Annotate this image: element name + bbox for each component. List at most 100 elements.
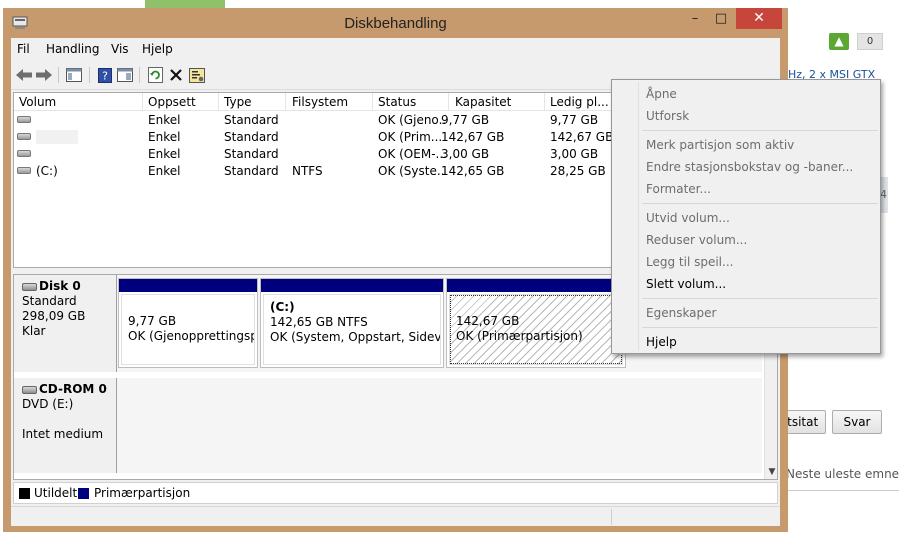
menu-item-format[interactable]: Formater... <box>646 182 711 196</box>
cell-status: OK (Gjeno... <box>378 113 446 127</box>
volume-icon <box>17 150 31 157</box>
column-divider[interactable] <box>218 93 219 111</box>
partition-recovery[interactable]: 9,77 GB OK (Gjenopprettingspartisjon) <box>118 278 258 368</box>
cell-type: Standard <box>224 130 279 144</box>
maximize-button[interactable]: □ <box>708 8 734 29</box>
disk-kind: DVD (E:) <box>22 397 74 411</box>
cell-type: Standard <box>224 147 279 161</box>
partition-size: 9,77 GB <box>128 314 177 328</box>
cell-capacity: 142,65 GB <box>441 164 505 178</box>
volume-icon <box>17 167 31 174</box>
partition-title: (C:) <box>270 300 295 314</box>
menu-help[interactable]: Hjelp <box>142 42 173 56</box>
upvote-button[interactable]: ▲ <box>829 33 849 50</box>
column-header-status[interactable]: Status <box>378 95 416 109</box>
cell-capacity: 3,00 GB <box>441 147 490 161</box>
disk-row-cdrom-0[interactable]: CD-ROM 0 DVD (E:) Intet medium <box>14 378 762 473</box>
menu-item-explore[interactable]: Utforsk <box>646 109 689 123</box>
menu-item-delete-volume[interactable]: Slett volum... <box>646 277 726 291</box>
column-header-layout[interactable]: Oppsett <box>148 95 196 109</box>
cell-free-space: 142,67 GB <box>550 130 614 144</box>
menu-item-open[interactable]: Åpne <box>646 87 677 101</box>
primary-partition-band <box>261 279 443 292</box>
column-header-free-space[interactable]: Ledig pl... <box>550 95 609 109</box>
menu-separator <box>642 130 878 131</box>
help-icon[interactable]: ? <box>96 66 114 84</box>
partition-selected[interactable]: 142,67 GB OK (Primærpartisjon) <box>446 278 626 368</box>
forward-arrow-icon[interactable] <box>35 66 53 84</box>
toolbar-separator <box>58 67 59 83</box>
disk-size <box>22 412 108 427</box>
partition-c[interactable]: (C:) 142,65 GB NTFS OK (System, Oppstart… <box>260 278 444 368</box>
menu-separator <box>642 203 878 204</box>
console-icon[interactable] <box>116 66 134 84</box>
menu-file[interactable]: Fil <box>17 42 30 56</box>
menu-item-extend-volume[interactable]: Utvid volum... <box>646 211 730 225</box>
column-divider[interactable] <box>285 93 286 111</box>
menu-separator <box>642 298 878 299</box>
disk-name: Disk 0 <box>39 279 81 293</box>
column-header-filesystem[interactable]: Filsystem <box>292 95 348 109</box>
svg-text:?: ? <box>102 69 108 82</box>
cell-layout: Enkel <box>148 147 181 161</box>
delete-icon[interactable] <box>167 66 185 84</box>
column-divider[interactable] <box>544 93 545 111</box>
cell-status: OK (Syste... <box>378 164 446 178</box>
properties-icon[interactable] <box>188 66 206 84</box>
disk-kind: Standard <box>22 294 77 308</box>
title-bar[interactable]: Diskbehandling – □ ✕ <box>3 8 788 38</box>
cell-status: OK (Prim... <box>378 130 443 144</box>
partition-size: 142,65 GB NTFS <box>270 315 368 329</box>
partition-status: OK (Primærpartisjon) <box>456 329 583 343</box>
cell-capacity: 9,77 GB <box>441 113 490 127</box>
menu-view[interactable]: Vis <box>111 42 129 56</box>
cell-layout: Enkel <box>148 113 181 127</box>
partition-status: OK (System, Oppstart, Sidevekslingsfil) <box>270 330 441 344</box>
vote-count: 0 <box>857 33 883 50</box>
chevron-down-icon[interactable]: ▼ <box>766 467 777 477</box>
menu-item-change-drive-letter[interactable]: Endre stasjonsbokstav og -baner... <box>646 160 853 174</box>
primary-partition-band <box>447 279 625 292</box>
menu-action[interactable]: Handling <box>46 42 100 56</box>
next-unread-link[interactable]: Neste uleste emne – <box>786 467 899 481</box>
disk-state: Klar <box>22 324 46 338</box>
cdrom-0-label[interactable]: CD-ROM 0 DVD (E:) Intet medium <box>14 378 117 473</box>
legend-label-unallocated: Utildelt <box>34 486 78 500</box>
menu-item-mark-active[interactable]: Merk partisjon som aktiv <box>646 138 794 152</box>
cell-layout: Enkel <box>148 164 181 178</box>
cell-filesystem: NTFS <box>292 164 323 178</box>
minimize-button[interactable]: – <box>682 8 708 29</box>
column-header-capacity[interactable]: Kapasitet <box>455 95 511 109</box>
column-divider[interactable] <box>142 93 143 111</box>
cell-free-space: 9,77 GB <box>550 113 599 127</box>
toolbar-separator <box>139 67 140 83</box>
show-hide-tree-icon[interactable] <box>65 66 83 84</box>
menu-item-help[interactable]: Hjelp <box>646 335 677 349</box>
column-header-type[interactable]: Type <box>224 95 252 109</box>
column-divider[interactable] <box>372 93 373 111</box>
menu-item-add-mirror[interactable]: Legg til speil... <box>646 255 733 269</box>
column-divider[interactable] <box>448 93 449 111</box>
column-header-volume[interactable]: Volum <box>19 95 56 109</box>
menu-separator <box>642 327 878 328</box>
legend-swatch-primary <box>78 488 89 499</box>
back-arrow-icon[interactable] <box>15 66 33 84</box>
cell-status: OK (OEM-... <box>378 147 446 161</box>
menu-item-shrink-volume[interactable]: Reduser volum... <box>646 233 747 247</box>
menu-item-properties[interactable]: Egenskaper <box>646 306 716 320</box>
primary-partition-band <box>119 279 257 292</box>
status-bar <box>11 506 780 526</box>
hard-disk-icon <box>22 282 37 291</box>
disk-0-label[interactable]: Disk 0 Standard 298,09 GB Klar <box>14 275 117 372</box>
refresh-icon[interactable] <box>146 66 164 84</box>
reply-button[interactable]: Svar <box>832 410 882 434</box>
disk-size: 298,09 GB <box>22 309 86 323</box>
partition-legend: Utildelt Primærpartisjon <box>13 482 778 504</box>
menu-gutter <box>638 82 639 351</box>
disk-state: Intet medium <box>22 427 104 441</box>
background-divider <box>786 490 899 491</box>
close-button[interactable]: ✕ <box>736 8 782 29</box>
partition-status: OK (Gjenopprettingspartisjon) <box>128 329 254 343</box>
cd-drive-icon <box>22 385 37 394</box>
background-number: 4 <box>880 188 887 201</box>
